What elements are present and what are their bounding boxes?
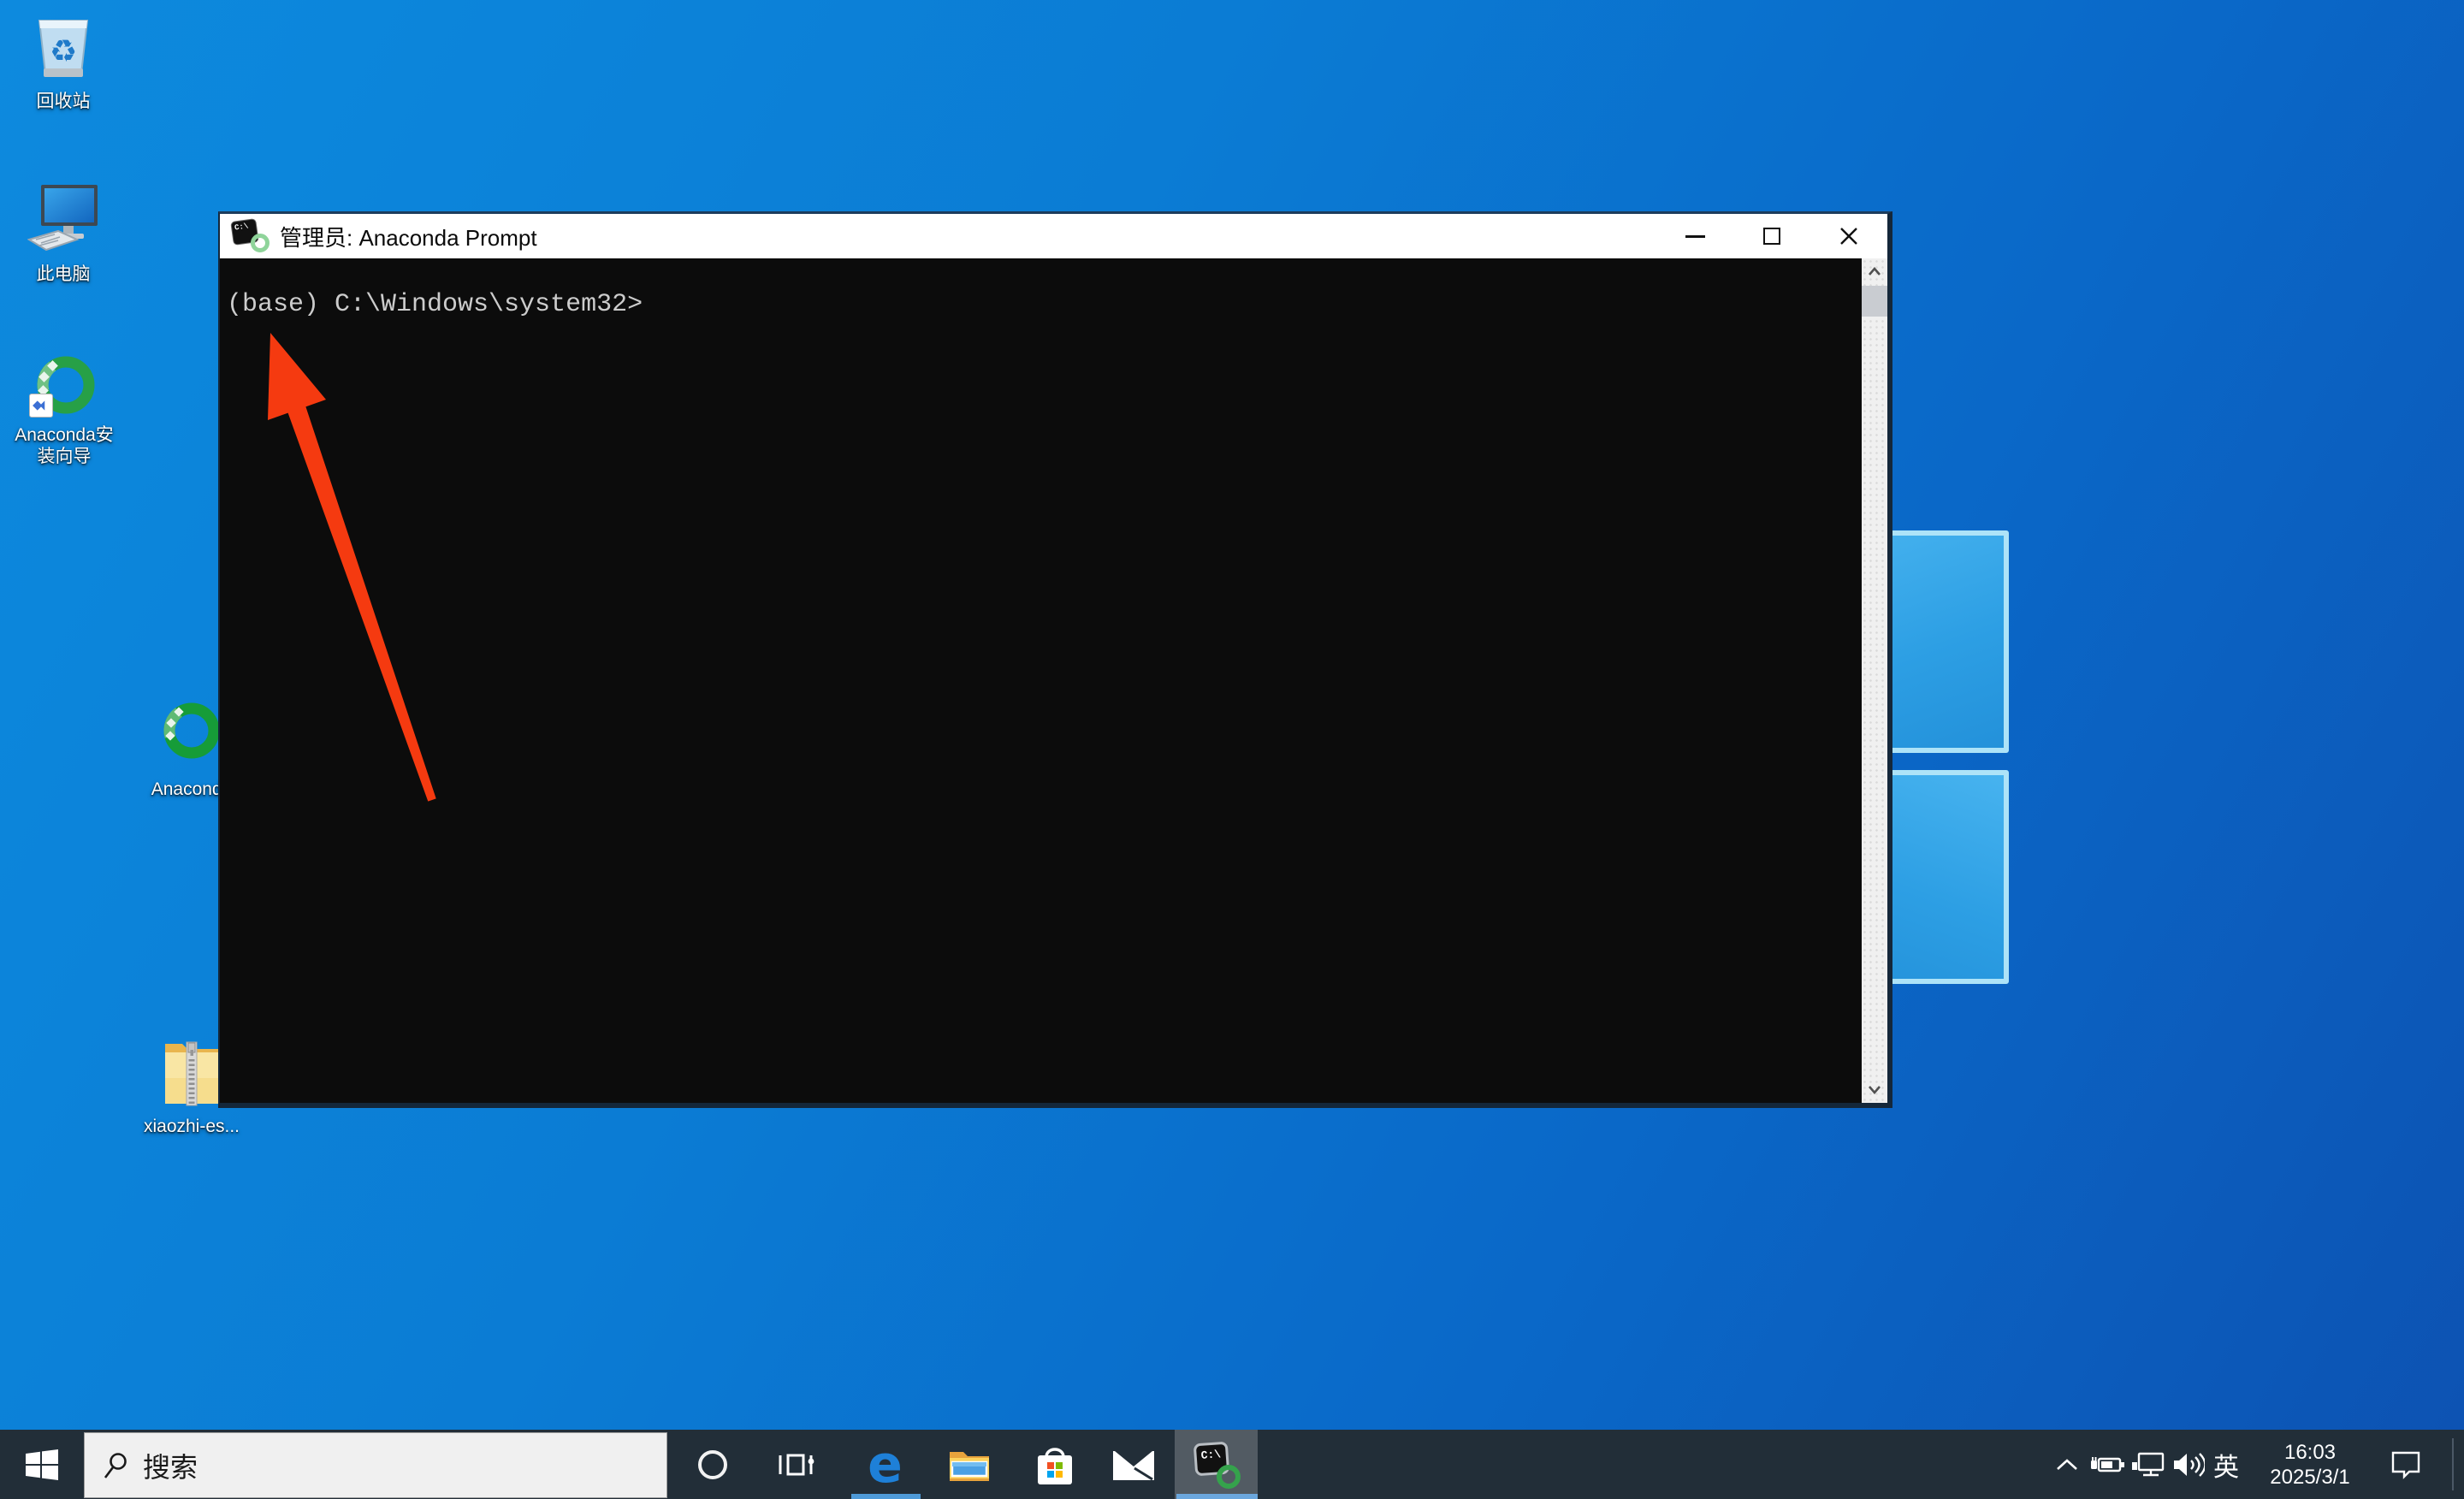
anaconda-installer-icon [29,354,99,418]
tray-show-hidden-icons[interactable] [2050,1430,2084,1499]
desktop: ♻ 回收站 此电脑 Anaconda安装向导 Anaconda xiaozhi-… [0,0,2464,1499]
window-titlebar[interactable]: C:\ 管理员: Anaconda Prompt [220,214,1887,258]
tray-action-center[interactable] [2389,1430,2423,1499]
tray-battery[interactable] [2088,1430,2126,1499]
tray-clock[interactable]: 16:03 2025/3/1 [2257,1430,2363,1499]
recycle-bin-icon: ♻ [33,9,94,84]
tray-volume[interactable] [2169,1430,2208,1499]
terminal-content[interactable]: (base) C:\Windows\system32> [220,258,1887,1103]
mail-icon [1112,1450,1154,1480]
tray-network[interactable] [2129,1430,2166,1499]
anaconda-running-indicator [1176,1494,1258,1499]
close-icon [1840,228,1857,245]
store-icon [1037,1447,1072,1484]
edge-running-indicator [851,1494,921,1499]
taskbar-search-box[interactable]: 搜索 [84,1432,667,1498]
anaconda-icon [163,702,220,759]
shortcut-arrow-icon [29,394,53,418]
taskbar-item-anaconda-prompt[interactable]: C:\ [1175,1430,1258,1499]
desktop-icon-label: xiaozhi-es... [143,1117,240,1136]
taskbar-item-mail[interactable] [1092,1430,1175,1499]
desktop-icon-label: 回收站 [36,92,91,111]
search-icon [104,1452,127,1478]
speaker-icon [2174,1452,2205,1477]
battery-charging-icon [2091,1456,2124,1472]
scroll-up-icon[interactable] [1868,265,1881,279]
window-title: 管理员: Anaconda Prompt [280,224,537,251]
start-button[interactable] [0,1430,84,1499]
show-desktop-button[interactable] [2452,1438,2454,1490]
edge-icon: e [868,1434,903,1495]
search-placeholder-text: 搜索 [143,1451,198,1483]
file-explorer-icon [949,1451,989,1481]
desktop-icon-recycle-bin[interactable]: ♻ 回收站 [2,9,125,112]
maximize-button[interactable] [1733,214,1810,258]
tray-time: 16:03 [2283,1440,2337,1464]
zip-folder-icon [165,1041,218,1106]
scroll-down-icon[interactable] [1868,1082,1881,1096]
recycle-glyph: ♻ [49,34,78,69]
scrollbar-thumb[interactable] [1862,286,1887,317]
close-button[interactable] [1810,214,1887,258]
windows-start-icon [26,1449,58,1480]
desktop-icon-anaconda-installer[interactable]: Anaconda安装向导 [3,354,126,467]
desktop-icon-label: Anaconda安装向导 [15,425,114,466]
taskbar-item-file-explorer[interactable] [927,1430,1010,1499]
network-ethernet-icon [2132,1452,2165,1476]
task-view-icon [779,1454,814,1475]
desktop-icon-label: 此电脑 [36,264,91,284]
taskbar: 搜索 e C:\ 英 16:03 2025/3/1 [0,1430,2464,1499]
tray-ime-indicator[interactable]: 英 [2207,1430,2245,1499]
terminal-prompt: (base) C:\Windows\system32> [227,290,643,319]
taskbar-item-store[interactable] [1013,1430,1096,1499]
anaconda-prompt-window: C:\ 管理员: Anaconda Prompt (base) C:\Windo… [218,211,1892,1108]
taskbar-item-task-view[interactable] [754,1430,837,1499]
maximize-icon [1763,228,1780,245]
taskbar-item-edge[interactable]: e [844,1430,927,1499]
minimize-icon [1685,234,1705,238]
anaconda-prompt-app-icon: C:\ [230,218,271,254]
this-pc-icon [27,185,98,252]
scrollbar[interactable] [1862,258,1887,1103]
minimize-button[interactable] [1656,214,1733,258]
cortana-icon [697,1449,727,1479]
taskbar-item-cortana[interactable] [671,1430,754,1499]
action-center-icon [2391,1451,2420,1479]
tray-date: 2025/3/1 [2270,1465,2350,1489]
anaconda-prompt-icon: C:\ [1193,1441,1241,1489]
desktop-icon-this-pc[interactable]: 此电脑 [2,183,125,285]
chevron-up-icon [2057,1458,2077,1470]
